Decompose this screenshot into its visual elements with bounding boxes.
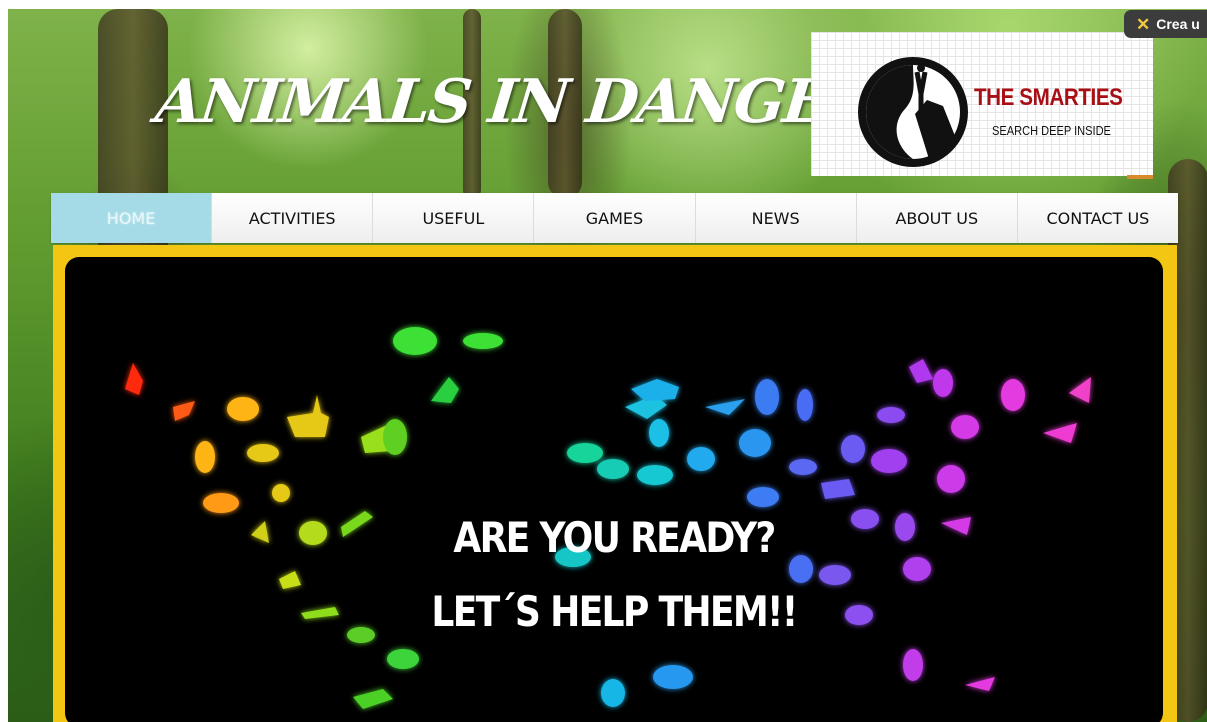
x-icon: ✕ — [1136, 14, 1151, 34]
nav-item-useful[interactable]: USEFUL — [373, 193, 535, 243]
content-frame: ARE YOU READY? LET´S HELP THEM!! — [53, 245, 1177, 722]
logo-corner-accent — [1127, 175, 1153, 179]
nav-item-activities[interactable]: ACTIVITIES — [212, 193, 374, 243]
animal-silhouettes-graphic — [125, 327, 1091, 709]
banner-headline: ARE YOU READY? — [453, 513, 776, 562]
create-site-label: Crea u — [1156, 16, 1200, 32]
hero-banner: ARE YOU READY? LET´S HELP THEM!! — [65, 257, 1163, 722]
nav-item-news[interactable]: NEWS — [696, 193, 857, 243]
nav-item-home[interactable]: HOME — [51, 193, 213, 243]
nav-item-contact-us[interactable]: CONTACT US — [1018, 193, 1178, 243]
logo[interactable]: THE SMARTIES SEARCH DEEP INSIDE — [811, 32, 1153, 179]
nav-item-about-us[interactable]: ABOUT US — [857, 193, 1018, 243]
logo-name: THE SMARTIES — [974, 84, 1123, 111]
logo-emblem-icon — [858, 57, 968, 167]
site-title: ANIMALS IN DANGER — [152, 67, 879, 137]
nav-item-games[interactable]: GAMES — [534, 193, 696, 243]
create-site-badge[interactable]: ✕ Crea u — [1124, 10, 1207, 38]
banner-subheadline: LET´S HELP THEM!! — [431, 587, 798, 636]
page-background: ANIMALS IN DANGER THE SMARTIES SEARCH DE… — [8, 9, 1207, 722]
logo-tagline: SEARCH DEEP INSIDE — [992, 123, 1111, 138]
main-navigation: HOME ACTIVITIES USEFUL GAMES NEWS ABOUT … — [51, 193, 1178, 243]
